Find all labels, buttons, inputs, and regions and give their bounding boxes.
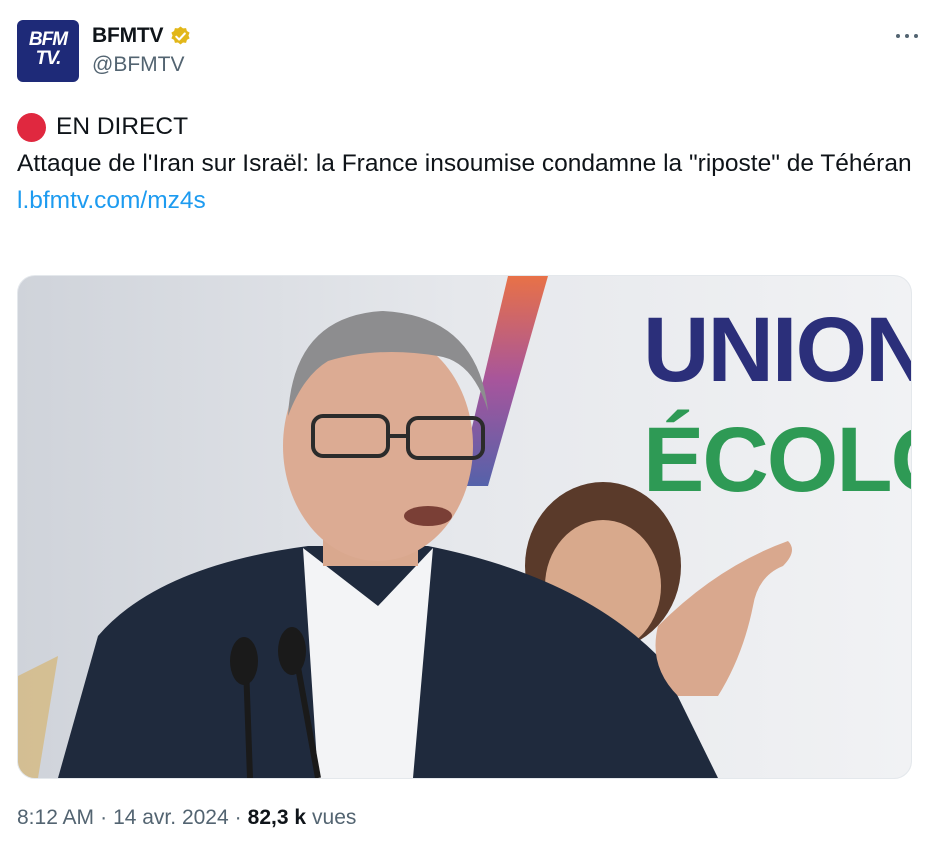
- live-label: EN DIRECT: [56, 113, 189, 140]
- avatar[interactable]: BFM TV.: [17, 20, 79, 82]
- more-options-icon[interactable]: [892, 20, 922, 50]
- photo-illustration: UNION ÉCOLOG: [18, 276, 911, 778]
- views-label: vues: [312, 806, 357, 829]
- article-link[interactable]: l.bfmtv.com/mz4s: [17, 187, 206, 214]
- live-row: EN DIRECT: [17, 108, 922, 145]
- avatar-logo-text: BFM TV.: [28, 29, 68, 69]
- handle[interactable]: @BFMTV: [92, 53, 192, 77]
- tweet-date[interactable]: 14 avr. 2024: [113, 806, 229, 830]
- tweet-time[interactable]: 8:12 AM: [17, 806, 94, 830]
- display-name[interactable]: BFMTV: [92, 24, 164, 48]
- views-count: 82,3 k: [247, 806, 307, 829]
- tweet-text: EN DIRECT Attaque de l'Iran sur Israël: …: [17, 108, 922, 219]
- tweet-meta: 8:12 AM · 14 avr. 2024 · 82,3 k vues: [17, 806, 356, 830]
- banner-text-ecolog: ÉCOLOG: [643, 408, 911, 511]
- verified-badge-icon[interactable]: [169, 25, 192, 48]
- banner-text-union: UNION: [643, 299, 911, 401]
- meta-separator: ·: [234, 806, 242, 829]
- headline: Attaque de l'Iran sur Israël: la France …: [17, 150, 912, 177]
- meta-separator: ·: [100, 806, 108, 829]
- tweet-photo[interactable]: UNION ÉCOLOG: [17, 275, 912, 779]
- red-circle-icon: [17, 112, 46, 142]
- tweet-header: BFM TV. BFMTV @BFMTV: [17, 18, 922, 84]
- author-names: BFMTV @BFMTV: [92, 24, 192, 77]
